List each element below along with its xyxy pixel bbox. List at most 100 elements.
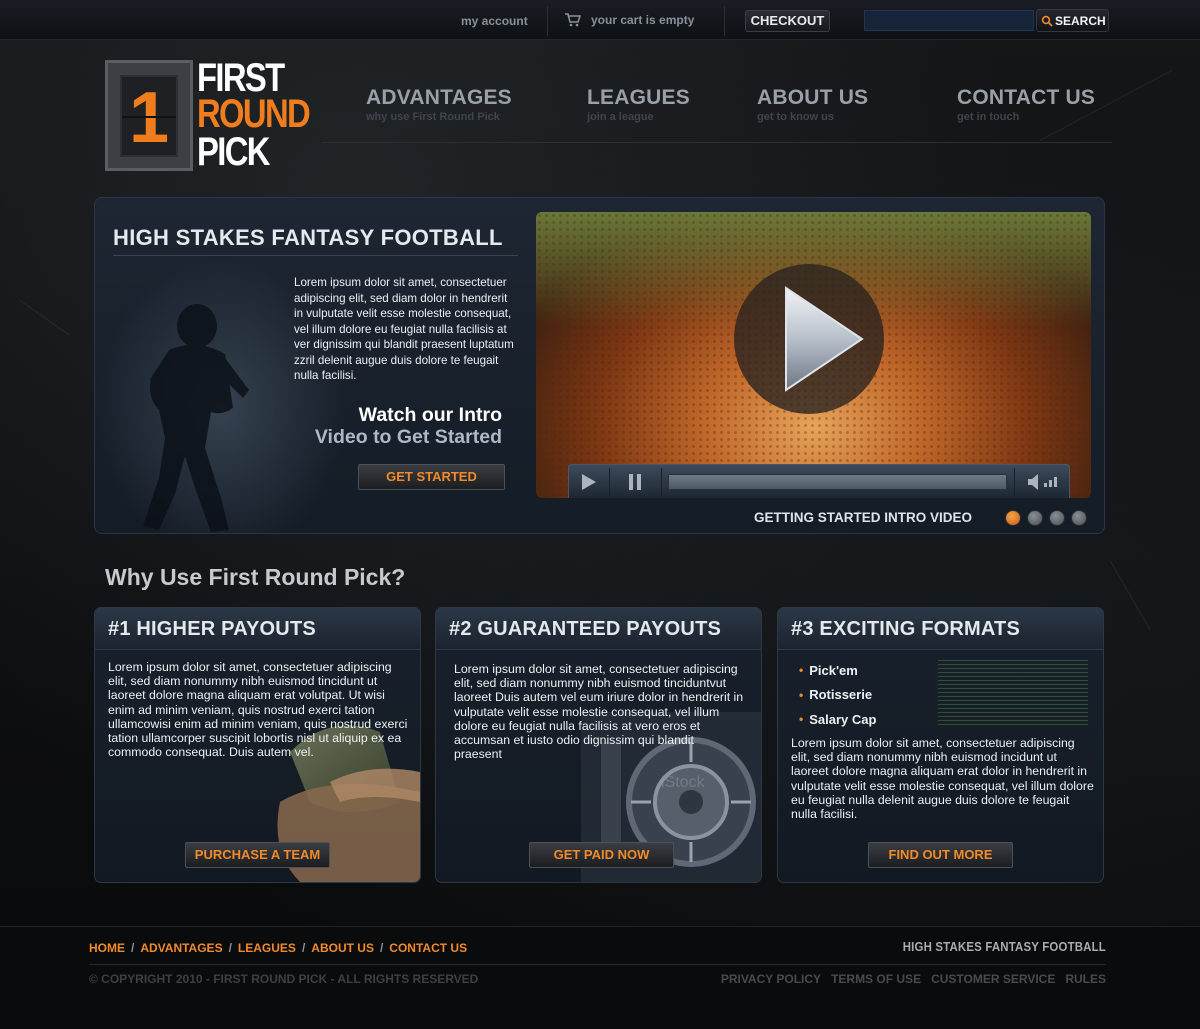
bullet-icon: • [799, 712, 804, 727]
nav-item-about-us[interactable]: ABOUT US get to know us [757, 86, 868, 123]
nav-item-subtitle: join a league [587, 111, 654, 123]
find-out-more-button[interactable]: FIND OUT MORE [868, 842, 1013, 868]
search-button[interactable]: SEARCH [1036, 9, 1109, 32]
watermark-text: iStock [661, 774, 706, 791]
nav-item-label: CONTACT US [957, 86, 1096, 109]
pause-icon [629, 474, 641, 490]
intro-video-player[interactable] [536, 212, 1091, 498]
footer-link-about-us[interactable]: ABOUT US [311, 941, 374, 955]
footer-link-advantages[interactable]: ADVANTAGES [140, 941, 222, 955]
volume-icon [1028, 474, 1057, 490]
logo-scoreboard: 1 [105, 60, 193, 171]
nav-item-contact-us[interactable]: CONTACT US get in touch [957, 86, 1095, 123]
footer-link-terms-of-use[interactable]: TERMS OF USE [831, 972, 921, 986]
format-label: Pick'em [809, 662, 858, 678]
play-icon [785, 286, 864, 392]
card-body-text: Lorem ipsum dolor sit amet, consectetuer… [108, 660, 408, 760]
footer-link-privacy-policy[interactable]: PRIVACY POLICY [721, 972, 821, 986]
nav-item-label: ABOUT US [757, 86, 869, 109]
nav-item-subtitle: get to know us [757, 111, 834, 123]
slide-dot-3[interactable] [1049, 510, 1065, 526]
nav-item-leagues[interactable]: LEAGUES join a league [587, 86, 690, 123]
footer: HOME / ADVANTAGES / LEAGUES / ABOUT US /… [0, 926, 1200, 1029]
feature-card-exciting-formats: #3 EXCITING FORMATS • Pick'em • Rotisserie… [777, 607, 1104, 883]
get-paid-now-button[interactable]: GET PAID NOW [529, 842, 674, 868]
copyright-text: © COPYRIGHT 2010 - FIRST ROUND PICK - AL… [89, 972, 479, 986]
my-account-link[interactable]: my account [461, 14, 528, 28]
shopping-cart-icon [565, 13, 581, 27]
search-button-label: SEARCH [1055, 13, 1106, 28]
format-label: Salary Cap [809, 711, 877, 727]
video-controls [568, 464, 1070, 498]
feature-card-guaranteed-payouts: #2 GUARANTEED PAYOUTS iStock Lorem ipsum… [435, 607, 762, 883]
hero-title: HIGH STAKES FANTASY FOOTBALL [113, 225, 518, 256]
footer-separator: / [379, 941, 384, 955]
video-pause-button[interactable] [615, 465, 655, 498]
site-logo[interactable]: 1 FIRST ROUND PICK [105, 57, 311, 174]
format-list: • Pick'em • Rotisserie • Salary Cap [799, 658, 876, 732]
slide-dot-4[interactable] [1071, 510, 1087, 526]
bullet-icon: • [799, 687, 804, 702]
card-title: #2 GUARANTEED PAYOUTS [436, 608, 761, 650]
list-item[interactable]: • Salary Cap [799, 707, 876, 732]
football-player-silhouette [143, 304, 249, 532]
footer-separator: / [301, 941, 306, 955]
video-play-button[interactable] [569, 465, 609, 498]
logo-word-pick: PICK [197, 130, 270, 174]
video-progress-bar[interactable] [668, 474, 1007, 490]
feature-card-higher-payouts: #1 HIGHER PAYOUTS Lorem ipsum dolor sit … [94, 607, 421, 883]
nav-item-subtitle: why use First Round Pick [366, 111, 500, 123]
checkout-button[interactable]: CHECKOUT [745, 10, 830, 32]
nav-item-subtitle: get in touch [957, 111, 1020, 123]
video-caption: GETTING STARTED INTRO VIDEO [754, 510, 973, 525]
footer-separator: / [131, 941, 135, 955]
topbar-divider [547, 6, 548, 36]
footer-separator: / [228, 941, 232, 955]
hero-cta-line1: Watch our Intro [358, 404, 502, 426]
play-overlay-button[interactable] [734, 264, 884, 414]
footer-link-rules[interactable]: RULES [1065, 972, 1106, 986]
hero-panel: HIGH STAKES FANTASY FOOTBALL Lorem ipsum… [94, 197, 1105, 534]
main-nav: ADVANTAGES why use First Round Pick LEAG… [322, 86, 1112, 143]
footer-nav: HOME / ADVANTAGES / LEAGUES / ABOUT US /… [89, 941, 467, 955]
control-divider [1014, 468, 1015, 496]
control-divider [609, 468, 610, 496]
footer-link-leagues[interactable]: LEAGUES [238, 941, 296, 955]
control-divider [661, 468, 662, 496]
nav-item-advantages[interactable]: ADVANTAGES why use First Round Pick [366, 86, 512, 123]
footer-link-home[interactable]: HOME [89, 941, 125, 955]
cart-status[interactable]: your cart is empty [591, 13, 694, 27]
nav-item-label: ADVANTAGES [366, 86, 512, 109]
search-icon [1041, 15, 1053, 27]
nav-item-label: LEAGUES [587, 86, 690, 109]
legal-links: PRIVACY POLICY TERMS OF USE CUSTOMER SER… [721, 972, 1106, 986]
get-started-button[interactable]: GET STARTED [358, 464, 505, 490]
hero-cta-text: Watch our Intro Video to Get Started [275, 404, 502, 448]
stripe-decoration [938, 660, 1088, 728]
hero-body-text: Lorem ipsum dolor sit amet, consectetuer… [294, 276, 514, 382]
search-input[interactable] [864, 10, 1034, 31]
footer-tagline: HIGH STAKES FANTASY FOOTBALL [902, 939, 1106, 954]
card-title: #3 EXCITING FORMATS [778, 608, 1103, 650]
bullet-icon: • [799, 663, 804, 678]
slide-pagination [1005, 510, 1087, 526]
slide-dot-1[interactable] [1005, 510, 1021, 526]
card-body-text: Lorem ipsum dolor sit amet, consectetuer… [791, 736, 1094, 822]
card-title: #1 HIGHER PAYOUTS [95, 608, 420, 650]
list-item[interactable]: • Pick'em [799, 658, 876, 683]
top-utility-bar: my account your cart is empty CHECKOUT S… [0, 0, 1200, 40]
card-body-text: Lorem ipsum dolor sit amet, consectetuer… [454, 662, 744, 762]
topbar-divider [724, 6, 725, 36]
purchase-team-button[interactable]: PURCHASE A TEAM [185, 842, 330, 868]
logo-word-round: ROUND [197, 92, 311, 136]
hero-cta-line2: Video to Get Started [314, 426, 502, 448]
footer-link-customer-service[interactable]: CUSTOMER SERVICE [931, 972, 1055, 986]
list-item[interactable]: • Rotisserie [799, 683, 876, 708]
volume-button[interactable] [1019, 465, 1069, 498]
why-section-title: Why Use First Round Pick? [105, 564, 406, 590]
slide-dot-2[interactable] [1027, 510, 1043, 526]
format-label: Rotisserie [809, 687, 873, 703]
footer-link-contact-us[interactable]: CONTACT US [389, 941, 467, 955]
logo-number: 1 [120, 75, 178, 158]
play-icon [582, 474, 596, 490]
